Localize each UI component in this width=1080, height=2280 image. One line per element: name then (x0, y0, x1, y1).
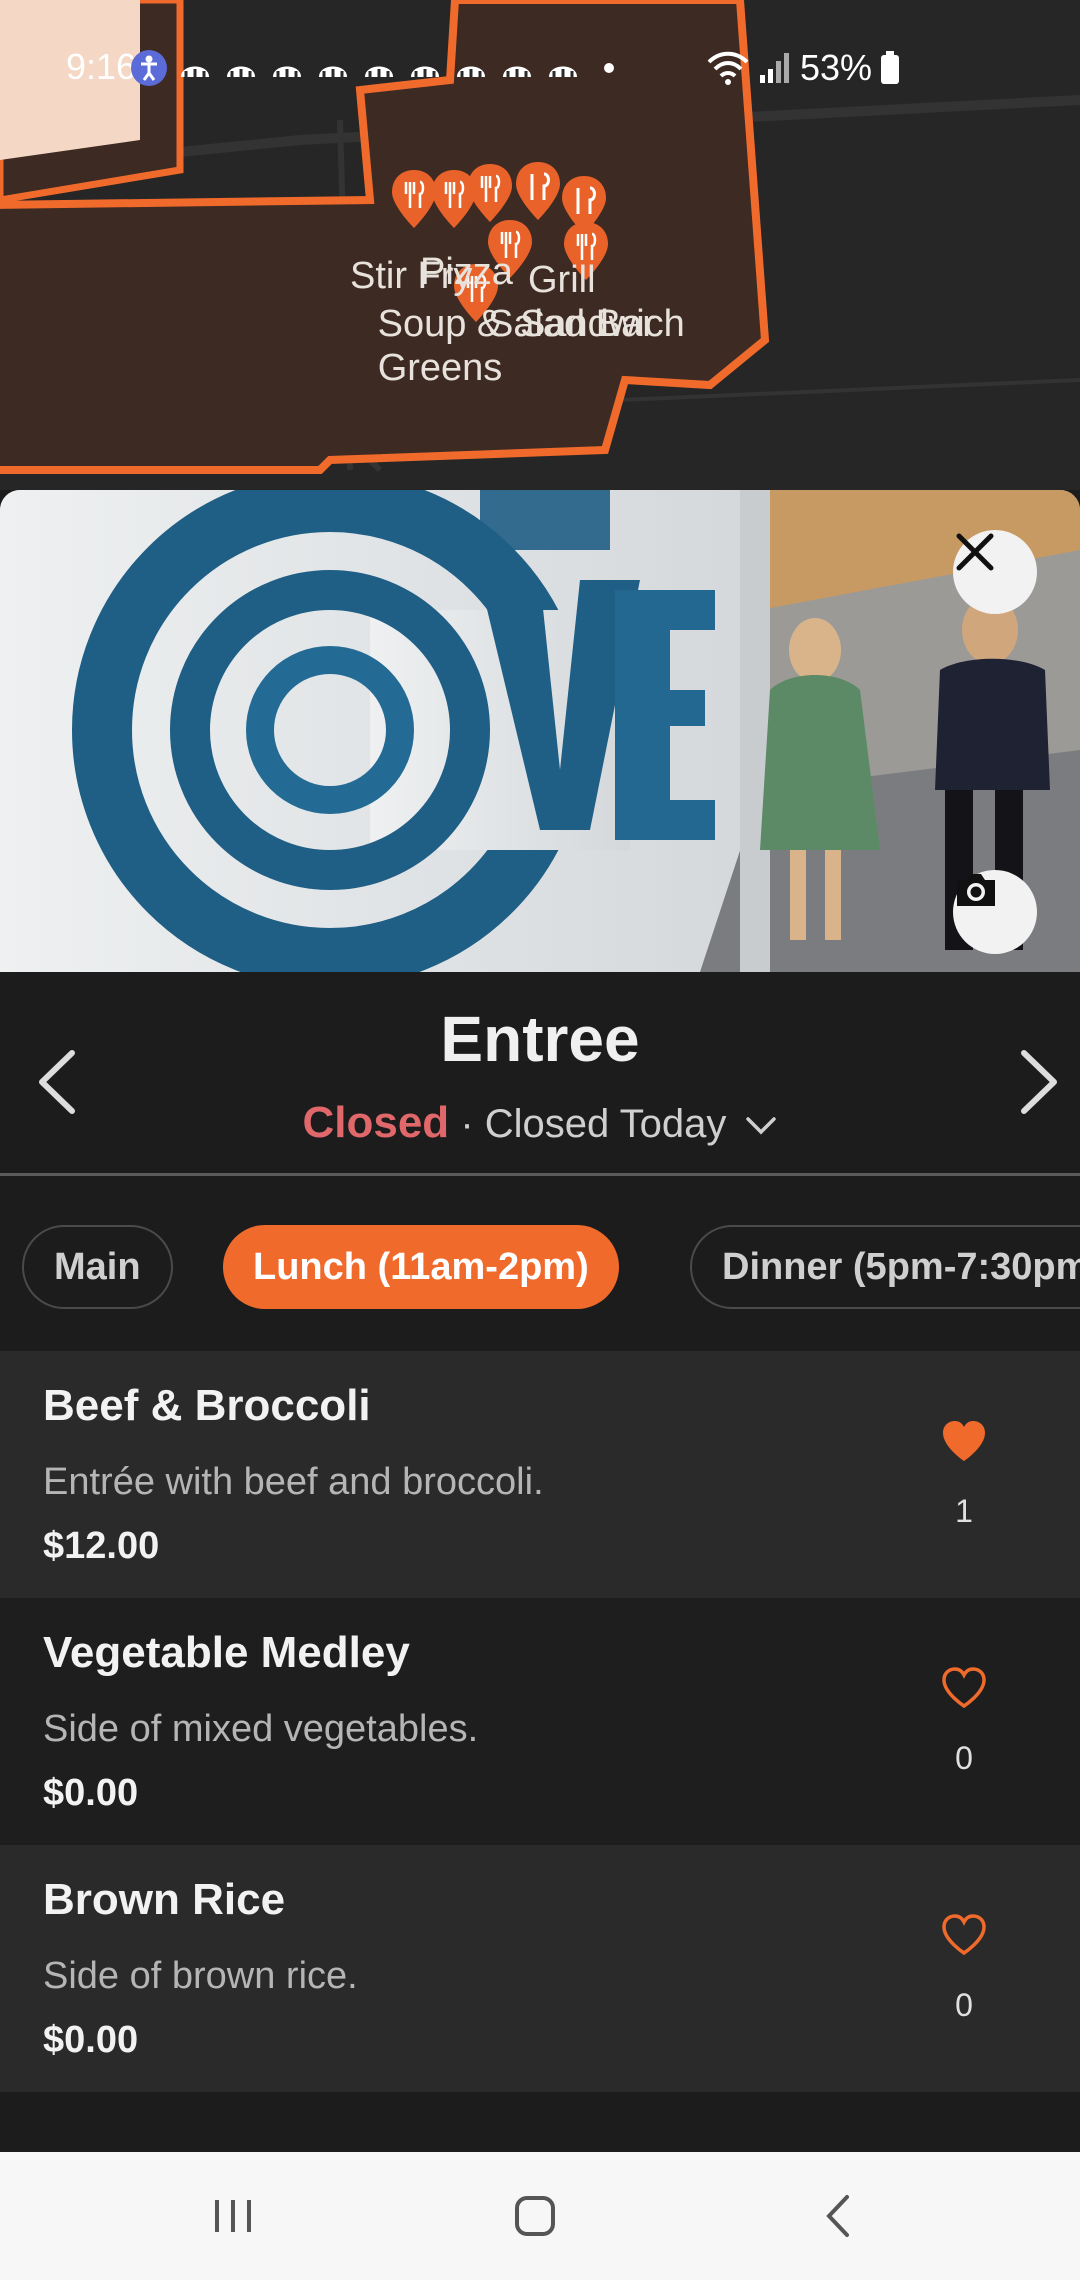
menu-item-price: $0.00 (43, 2019, 139, 2061)
status-time: 9:16 (66, 46, 137, 87)
status-bar: 9:16 53% (0, 0, 1080, 135)
menu-item-description: Side of mixed vegetables. (43, 1708, 479, 1750)
tab-lunch[interactable]: Lunch (11am-2pm) (223, 1225, 619, 1309)
menu-list: Beef & Broccoli Entrée with beef and bro… (0, 1351, 1080, 2092)
map-label-sandwich: Sandwich (520, 303, 685, 345)
heart-outline-icon[interactable] (940, 1913, 988, 1957)
camera-icon (957, 874, 995, 906)
station-header: Entree Closed · Closed Today (0, 972, 1080, 1176)
meal-tabs: Main Lunch (11am-2pm) Dinner (5pm-7:30pm… (0, 1179, 1080, 1351)
battery-icon (881, 51, 899, 84)
menu-item[interactable]: Beef & Broccoli Entrée with beef and bro… (0, 1351, 1080, 1598)
station-title: Entree (440, 1003, 640, 1075)
location-photo (0, 490, 1080, 972)
next-station-button[interactable] (1000, 1032, 1080, 1132)
battery-percent: 53% (799, 47, 872, 88)
map-label-soup-greens: Soup & Greens (377, 303, 503, 389)
menu-item[interactable]: Vegetable Medley Side of mixed vegetable… (0, 1598, 1080, 1845)
menu-item-price: $12.00 (43, 1525, 160, 1567)
notification-app-icon (273, 66, 301, 77)
like-count: 0 (955, 1740, 973, 1776)
menu-item-name: Vegetable Medley (43, 1628, 410, 1677)
like-count: 0 (955, 1987, 973, 2023)
notification-app-icon (181, 66, 209, 77)
menu-item-name: Brown Rice (43, 1875, 286, 1924)
back-button[interactable] (808, 2186, 868, 2246)
chevron-right-icon (1021, 1050, 1057, 1114)
recent-apps-button[interactable] (203, 2186, 263, 2246)
like-count: 1 (955, 1493, 973, 1529)
notification-app-icon (457, 66, 485, 77)
menu-item-price: $0.00 (43, 1772, 139, 1814)
close-button[interactable] (953, 530, 1037, 614)
menu-item-description: Side of brown rice. (43, 1955, 358, 1997)
menu-item-description: Entrée with beef and broccoli. (43, 1461, 544, 1503)
home-button[interactable] (505, 2186, 565, 2246)
home-icon (515, 2196, 555, 2236)
status-closed-label: Closed (302, 1098, 450, 1147)
chevron-down-icon (745, 1117, 776, 1135)
tab-dinner[interactable]: Dinner (5pm-7:30pm) (690, 1225, 1080, 1309)
signal-icon (759, 53, 789, 83)
notification-app-icon (227, 66, 255, 77)
restaurant-pin-icon[interactable] (514, 160, 562, 222)
accessibility-icon (131, 50, 167, 86)
heart-outline-icon[interactable] (940, 1666, 988, 1710)
notification-app-icon (549, 66, 577, 77)
close-icon (956, 533, 994, 571)
notification-app-icon (365, 66, 393, 77)
system-navigation-bar (0, 2152, 1080, 2280)
map-label-grill: Grill (528, 259, 596, 301)
location-photo-image (0, 490, 1080, 972)
heart-filled-icon[interactable] (940, 1419, 988, 1463)
more-notifications-dot (604, 63, 614, 73)
notification-app-icon (411, 66, 439, 77)
map-label-pizza: Pizza (420, 251, 513, 293)
menu-item[interactable]: Brown Rice Side of brown rice. $0.00 0 (0, 1845, 1080, 2092)
recent-apps-icon (215, 2200, 251, 2232)
system-icons: 53% (706, 46, 900, 90)
notification-app-icon (319, 66, 347, 77)
camera-button[interactable] (953, 870, 1037, 954)
status-separator: · (460, 1102, 485, 1146)
restaurant-pin-icon[interactable] (466, 162, 514, 224)
station-status-row[interactable]: Closed · Closed Today (0, 1098, 1080, 1148)
station-hours: Closed Today (484, 1102, 727, 1146)
menu-item-name: Beef & Broccoli (43, 1381, 371, 1430)
notification-icons (130, 46, 614, 90)
tab-main[interactable]: Main (22, 1225, 173, 1309)
back-icon (826, 2195, 849, 2237)
notification-app-icon (503, 66, 531, 77)
wifi-icon (707, 51, 749, 85)
